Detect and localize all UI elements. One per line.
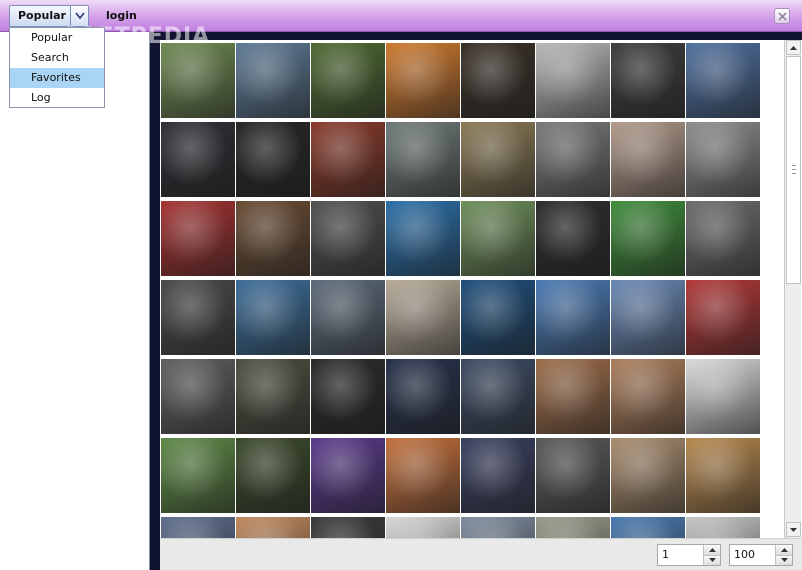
photo-thumbnail[interactable] [236,438,310,513]
photo-thumbnail[interactable] [686,517,760,538]
photo-thumbnail[interactable] [611,359,685,434]
photo-thumbnail[interactable] [311,122,385,197]
photo-thumbnail[interactable] [461,43,535,118]
close-icon[interactable] [774,8,790,24]
photo-thumbnail[interactable] [686,280,760,355]
category-dropdown: Popular Search Favorites Log [9,27,105,108]
photo-thumbnail[interactable] [386,201,460,276]
photo-thumbnail[interactable] [386,359,460,434]
dropdown-item-log[interactable]: Log [10,88,104,108]
scroll-up-button[interactable] [786,40,801,55]
photo-thumbnail[interactable] [236,201,310,276]
photo-thumbnail[interactable] [611,280,685,355]
photo-thumbnail[interactable] [536,201,610,276]
photo-thumbnail[interactable] [461,438,535,513]
photo-thumbnail[interactable] [386,438,460,513]
per-page-value[interactable]: 100 [730,545,775,565]
photo-thumbnail[interactable] [311,438,385,513]
photo-thumbnail[interactable] [311,43,385,118]
photo-thumbnail[interactable] [386,43,460,118]
photo-thumbnail[interactable] [236,359,310,434]
title-bar: Popular login [0,0,802,32]
photo-thumbnail[interactable] [311,517,385,538]
photo-thumbnail[interactable] [461,359,535,434]
photo-thumbnail[interactable] [536,359,610,434]
page-up-button[interactable] [704,545,720,556]
photo-thumbnail[interactable] [536,280,610,355]
photo-thumbnail[interactable] [611,438,685,513]
login-link[interactable]: login [106,9,137,22]
per-page-up-button[interactable] [776,545,792,556]
per-page-spinner[interactable]: 100 [729,544,793,566]
photo-thumbnail[interactable] [686,122,760,197]
frame-border [105,32,802,40]
scroll-thumb[interactable] [786,56,801,284]
photo-thumbnail[interactable] [461,517,535,538]
photo-thumbnail[interactable] [536,438,610,513]
photo-thumbnail[interactable] [161,517,235,538]
photo-thumbnail[interactable] [461,201,535,276]
photo-thumbnail[interactable] [536,122,610,197]
photo-thumbnail[interactable] [461,122,535,197]
photo-thumbnail[interactable] [536,517,610,538]
vertical-scrollbar[interactable] [784,40,801,538]
frame-border [150,32,160,570]
photo-thumbnail[interactable] [311,201,385,276]
grip-icon [792,165,796,174]
dropdown-item-search[interactable]: Search [10,48,104,68]
category-combo-label: Popular [18,9,66,22]
photo-thumbnail[interactable] [236,280,310,355]
photo-thumbnail[interactable] [161,43,235,118]
photo-thumbnail[interactable] [236,517,310,538]
photo-thumbnail[interactable] [611,43,685,118]
photo-thumbnail[interactable] [536,43,610,118]
category-combo[interactable]: Popular [9,5,89,27]
photo-thumbnail[interactable] [611,201,685,276]
per-page-down-button[interactable] [776,555,792,565]
photo-thumbnail[interactable] [311,280,385,355]
photo-thumbnail[interactable] [161,201,235,276]
photo-thumbnail[interactable] [311,359,385,434]
pager-bar: 1 100 [160,538,802,570]
photo-thumbnail[interactable] [161,438,235,513]
page-value[interactable]: 1 [658,545,703,565]
side-panel [0,32,150,570]
photo-thumbnail[interactable] [461,280,535,355]
photo-thumbnail[interactable] [386,280,460,355]
photo-thumbnail[interactable] [686,359,760,434]
dropdown-item-favorites[interactable]: Favorites [10,68,104,88]
photo-thumbnail[interactable] [686,201,760,276]
page-down-button[interactable] [704,555,720,565]
chevron-down-icon[interactable] [70,6,88,26]
dropdown-item-popular[interactable]: Popular [10,28,104,48]
photo-thumbnail[interactable] [236,43,310,118]
photo-thumbnail[interactable] [161,122,235,197]
photo-thumbnail[interactable] [611,122,685,197]
photo-thumbnail[interactable] [236,122,310,197]
photo-thumbnail[interactable] [386,517,460,538]
photo-thumbnail[interactable] [611,517,685,538]
photo-thumbnail[interactable] [686,43,760,118]
photo-thumbnail[interactable] [386,122,460,197]
photo-grid [160,40,784,538]
scroll-down-button[interactable] [786,522,801,537]
photo-thumbnail[interactable] [686,438,760,513]
photo-thumbnail[interactable] [161,359,235,434]
photo-thumbnail[interactable] [161,280,235,355]
page-spinner[interactable]: 1 [657,544,721,566]
